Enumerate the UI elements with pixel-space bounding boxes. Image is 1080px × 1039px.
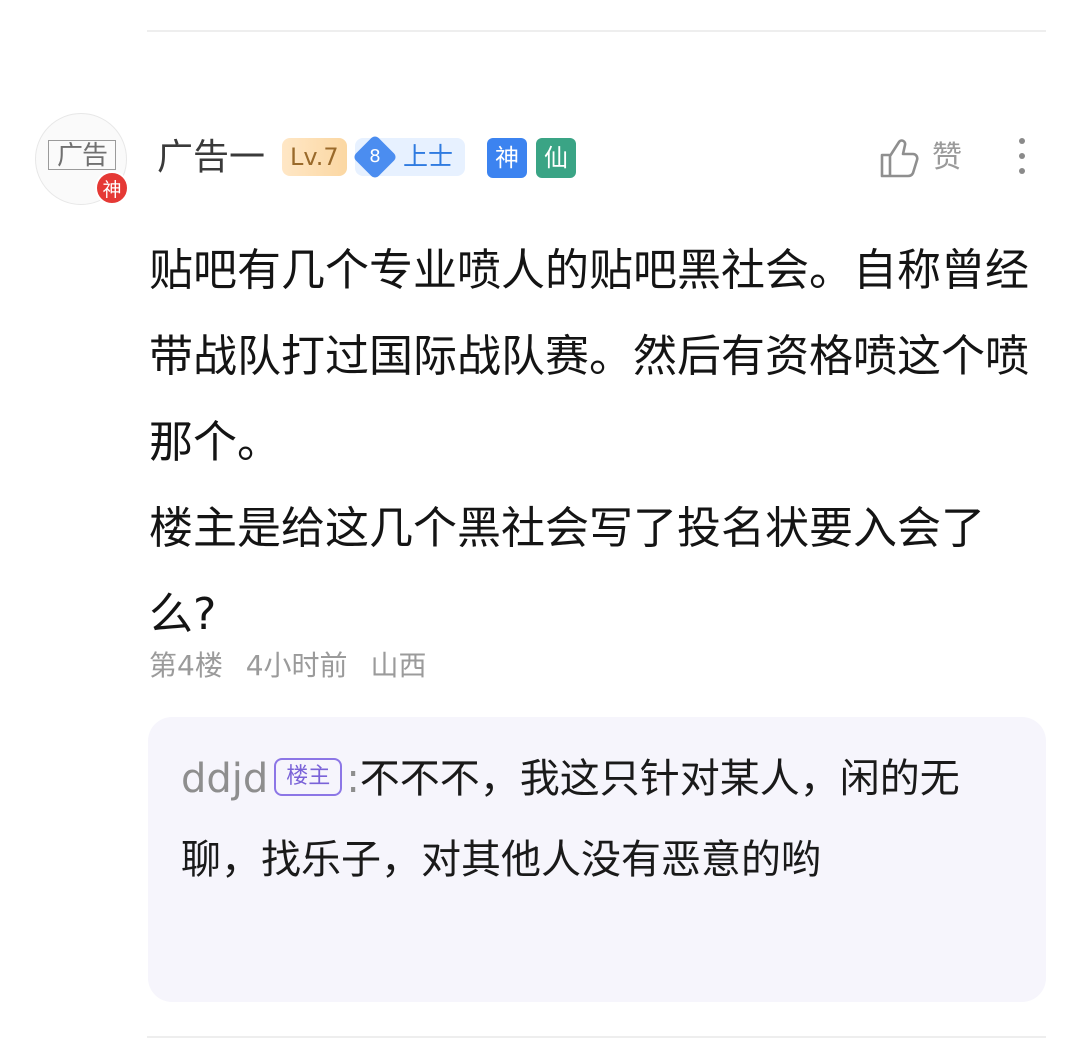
author-name[interactable]: 广告一 [157,136,265,180]
content-paragraph: 楼主是给这几个黑社会写了投名状要入会了么? [149,503,985,640]
level-badge: Lv.7 [282,138,347,176]
post-location: 山西 [370,649,427,682]
post-time: 4小时前 [245,649,348,682]
top-divider [147,30,1046,32]
reply-box[interactable]: ddjd 楼主:不不不，我这只针对某人，闲的无聊，找乐子，对其他人没有恶意的哟 [148,717,1046,1002]
tag-xian-icon: 仙 [536,138,576,178]
rank-diamond-icon: 8 [352,134,398,180]
op-badge: 楼主 [274,758,343,796]
rank-number: 8 [369,146,381,167]
reply-text-block: ddjd 楼主:不不不，我这只针对某人，闲的无聊，找乐子，对其他人没有恶意的哟 [181,739,1001,901]
post-meta: 第4楼 4小时前 山西 [149,646,440,686]
avatar-text: 广告 [48,140,116,170]
like-label: 赞 [932,140,962,175]
avatar[interactable]: 广告 神 [35,113,129,205]
thumbs-up-icon [880,139,919,178]
reply-username[interactable]: ddjd [181,756,268,802]
tag-shen-icon: 神 [487,138,527,178]
rank-badge: 8 上士 [352,134,465,180]
bottom-divider [147,1036,1046,1038]
more-vertical-icon[interactable] [1012,138,1032,182]
content-paragraph: 贴吧有几个专业喷人的贴吧黑社会。自称曾经带战队打过国际战队赛。然后有资格喷这个喷… [149,245,1029,468]
floor-number: 第4楼 [149,649,223,682]
rank-title: 上士 [403,142,454,171]
avatar-badge: 神 [95,171,129,205]
post-content: 贴吧有几个专业喷人的贴吧黑社会。自称曾经带战队打过国际战队赛。然后有资格喷这个喷… [149,228,1039,658]
reply-separator: : [346,756,360,802]
